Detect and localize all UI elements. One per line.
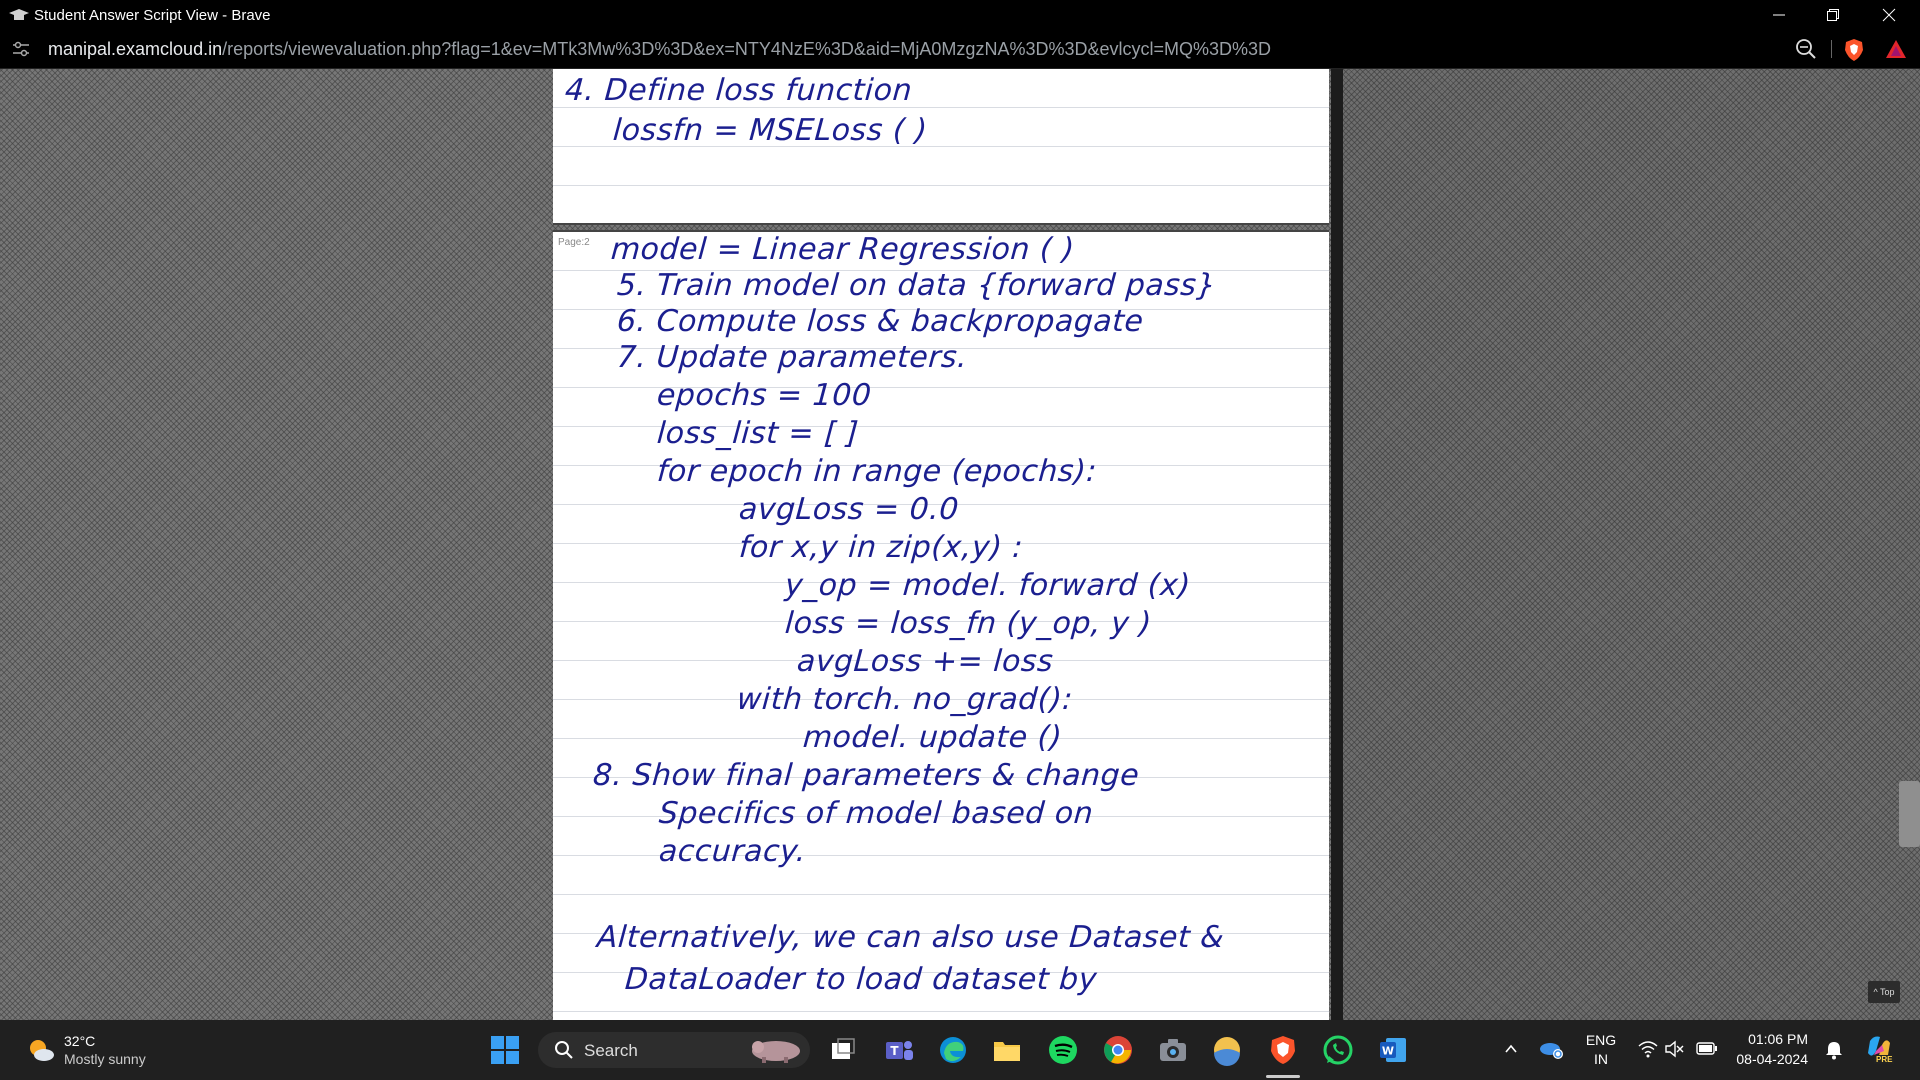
window-title: Student Answer Script View - Brave [34,7,271,24]
right-panel [1331,69,1920,1020]
edge-icon[interactable] [936,1033,970,1067]
handwritten-line: y_op = model. forward (x) [783,568,1192,603]
handwritten-line: Alternatively, we can also use Dataset & [595,920,1226,955]
url-path: /reports/viewevaluation.php?flag=1&ev=MT… [222,39,1272,59]
windows-start-icon[interactable] [488,1033,522,1067]
taskbar: 32°C Mostly sunny Search T W ENG IN 01:0… [0,1020,1920,1080]
handwritten-line: 4. Define loss function [563,73,914,108]
clock-date[interactable]: 08-04-2024 [1728,1051,1808,1067]
site-settings-icon[interactable] [12,41,30,57]
whatsapp-icon[interactable] [1321,1033,1355,1067]
handwritten-line: 5. Train model on data {forward pass} [615,268,1218,303]
restore-button[interactable] [1810,0,1856,30]
handwritten-line: loss_list = [ ] [655,416,860,451]
sun-cloud-icon [30,1040,54,1061]
svg-text:W: W [1382,1045,1394,1058]
weather-temperature: 32°C [64,1033,96,1049]
handwritten-line: model = Linear Regression ( ) [609,232,1076,267]
word-icon[interactable]: W [1376,1033,1410,1067]
handwritten-line: avgLoss += loss [795,644,1055,679]
chevron-up-icon[interactable] [1504,1042,1518,1056]
handwritten-line: Specifics of model based on [657,796,1095,831]
battery-icon[interactable] [1696,1041,1718,1057]
answer-page-1: 4. Define loss function lossfn = MSELoss… [553,69,1329,225]
handwritten-line: with torch. no_grad(): [735,682,1075,717]
brave-rewards-icon[interactable] [1885,38,1907,60]
copilot-button[interactable]: PRE [1864,1033,1898,1067]
preview-badge: PRE [1874,1055,1895,1064]
scrollbar-thumb[interactable] [1899,781,1920,847]
handwritten-line: lossfn = MSELoss ( ) [611,113,929,148]
viewer-area[interactable]: 4. Define loss function lossfn = MSELoss… [0,69,1920,1020]
graduation-cap-icon [9,9,29,20]
handwritten-line: 8. Show final parameters & change [591,758,1141,793]
search-icon [555,1041,573,1059]
handwritten-line: model. update () [801,720,1064,755]
close-button[interactable] [1866,0,1912,30]
photos-icon[interactable] [1210,1033,1244,1067]
camera-icon[interactable] [1156,1033,1190,1067]
weather-widget[interactable]: 32°C Mostly sunny [22,1030,182,1070]
task-view-icon[interactable] [826,1033,860,1067]
active-app-indicator [1266,1075,1300,1078]
clock-time[interactable]: 01:06 PM [1728,1031,1808,1047]
minimize-icon [1773,14,1785,16]
onedrive-sync-icon[interactable] [1538,1038,1564,1060]
handwritten-line: loss = loss_fn (y_op, y ) [783,606,1153,641]
handwritten-line: 6. Compute loss & backpropagate [615,304,1145,339]
handwritten-line: for x,y in zip(x,y) : [737,530,1025,565]
handwritten-line: 7. Update parameters. [615,340,969,375]
handwritten-line: accuracy. [657,834,808,869]
url-host: manipal.examcloud.in [48,39,223,59]
svg-text:T: T [890,1044,899,1058]
search-label: Search [584,1041,638,1060]
weather-description: Mostly sunny [64,1051,146,1067]
divider [1831,40,1832,58]
address-bar[interactable]: manipal.examcloud.in/reports/viewevaluat… [0,30,1920,69]
handwritten-line: for epoch in range (epochs): [655,454,1099,489]
brave-icon[interactable] [1266,1033,1300,1067]
spotify-icon[interactable] [1046,1033,1080,1067]
teams-icon[interactable]: T [882,1033,916,1067]
volume-muted-icon[interactable] [1664,1040,1684,1058]
brave-shields-icon[interactable] [1843,38,1865,62]
title-bar: Student Answer Script View - Brave [0,0,1920,30]
handwritten-line: DataLoader to load dataset by [623,962,1099,997]
minimize-button[interactable] [1756,0,1802,30]
wifi-icon[interactable] [1638,1040,1658,1058]
handwritten-line: epochs = 100 [655,378,873,413]
language-region[interactable]: IN [1584,1051,1618,1067]
notification-bell-icon[interactable] [1825,1040,1843,1060]
answer-page-2: Page:2 model = Linear Regression ( ) 5. … [553,230,1329,1020]
page-label: Page:2 [558,237,590,248]
handwritten-line: avgLoss = 0.0 [737,492,961,527]
hippo-highlight-icon [752,1041,800,1063]
language-code[interactable]: ENG [1584,1032,1618,1048]
zoom-icon[interactable] [1795,38,1817,60]
scroll-to-top-button[interactable]: ^ Top [1868,981,1900,1003]
chrome-icon[interactable] [1101,1033,1135,1067]
url-text[interactable]: manipal.examcloud.in/reports/viewevaluat… [48,39,1271,60]
close-icon [1882,8,1896,22]
file-explorer-icon[interactable] [990,1033,1024,1067]
taskbar-search[interactable]: Search [538,1032,810,1068]
restore-icon [1827,9,1839,21]
